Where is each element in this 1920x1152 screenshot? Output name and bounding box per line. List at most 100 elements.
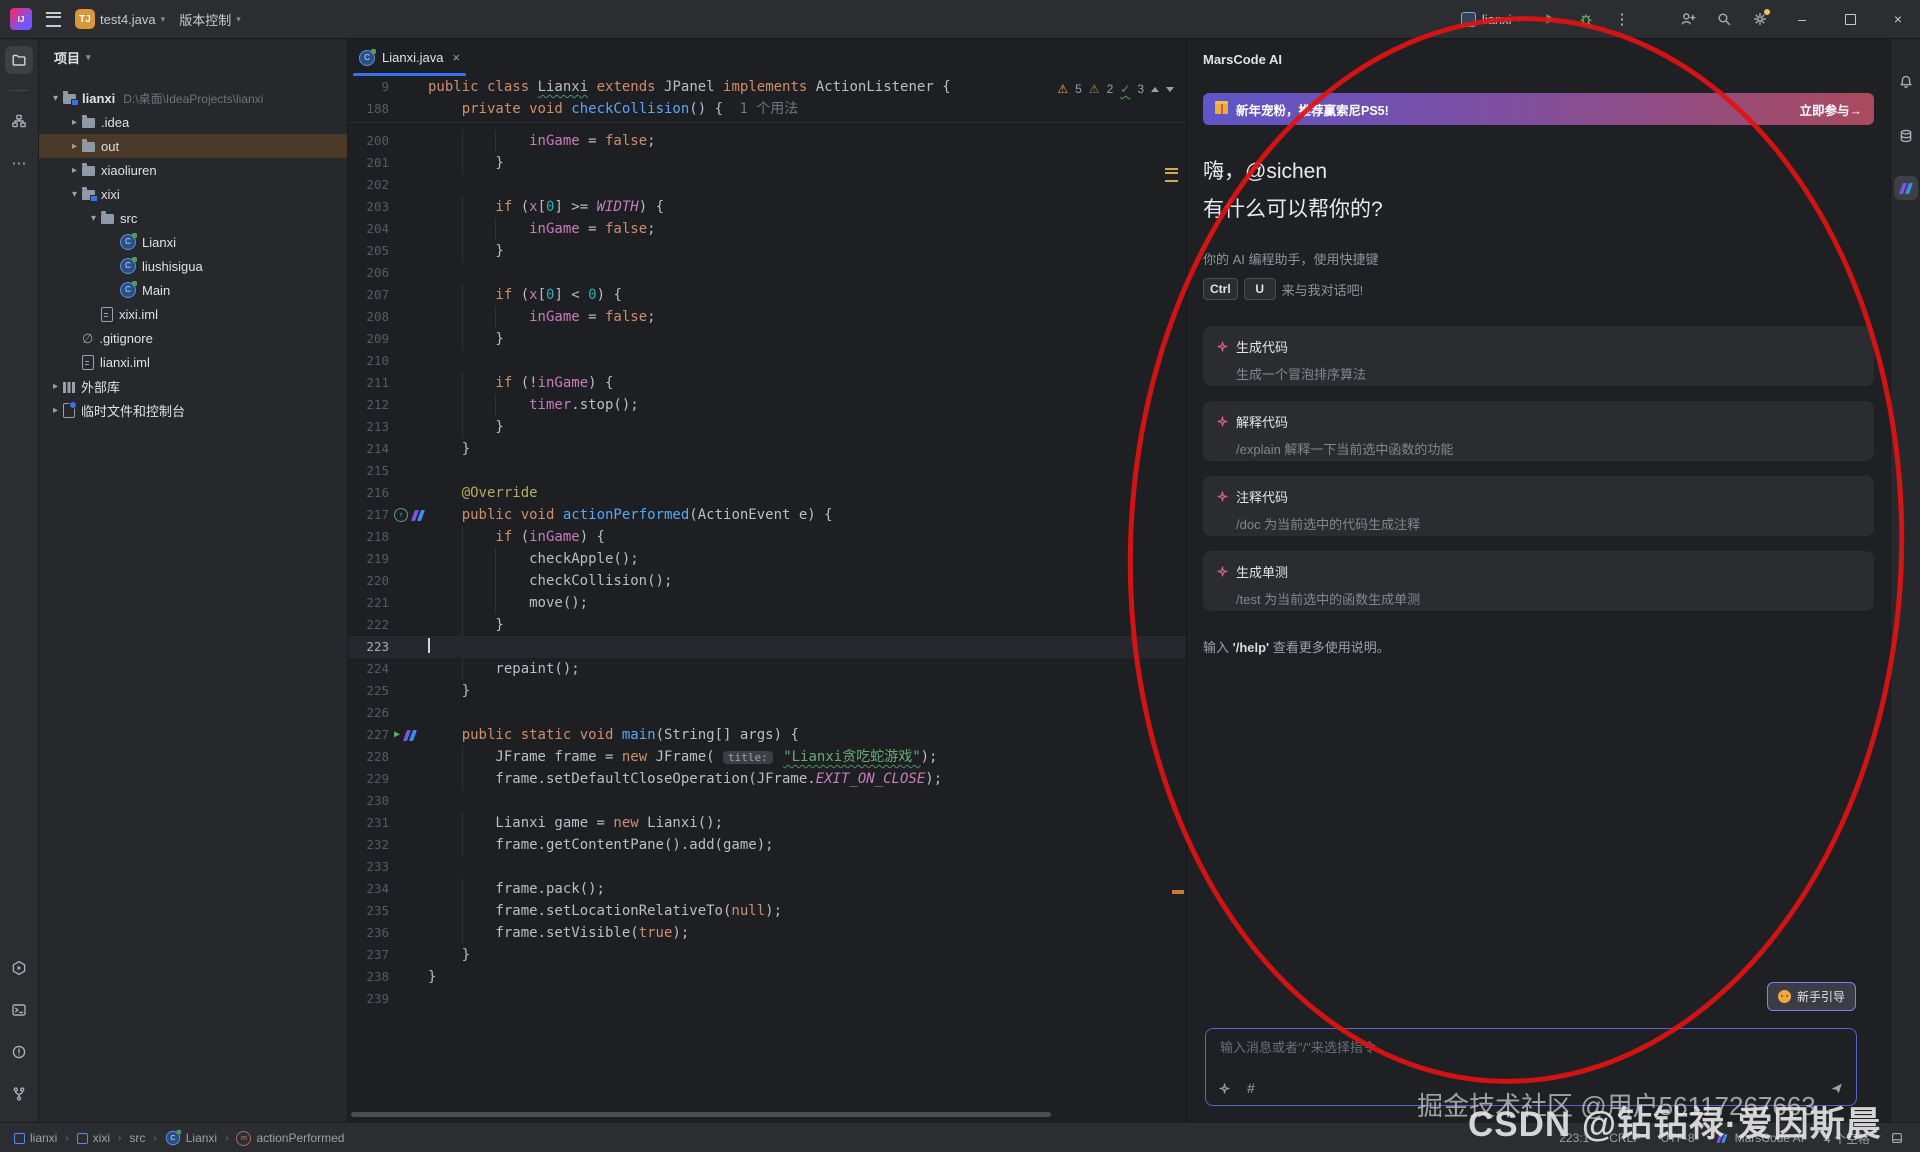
code-line[interactable]: 237} (347, 944, 1186, 966)
chevron-right-icon[interactable]: ▸ (48, 381, 63, 392)
layout-icon[interactable] (1890, 1131, 1904, 1145)
database-icon[interactable] (1892, 122, 1920, 150)
git-icon[interactable] (5, 1080, 33, 1108)
chevron-right-icon[interactable]: ▸ (67, 141, 82, 152)
close-window-button[interactable]: × (1876, 1, 1920, 37)
suggestion-card[interactable]: 生成代码 生成一个冒泡排序算法 (1203, 326, 1874, 386)
code-line[interactable]: 220 checkCollision(); (347, 570, 1186, 592)
chat-input-box[interactable]: # (1205, 1028, 1857, 1106)
maximize-button[interactable] (1828, 1, 1872, 37)
marscode-gutter-icon[interactable] (411, 510, 425, 521)
status-segment[interactable]: 4 个空格 (1824, 1130, 1870, 1147)
tree-item-xixi[interactable]: ▾ xixi (38, 182, 347, 206)
run-gutter-icon[interactable]: ▶ (394, 724, 400, 746)
code-line[interactable]: 231 Lianxi game = new Lianxi(); (347, 812, 1186, 834)
status-segment[interactable]: MarsCode AI (1715, 1131, 1804, 1145)
more-horizontal-icon[interactable]: ⋯ (5, 149, 33, 177)
code-line[interactable]: 216 @Override (347, 482, 1186, 504)
project-switcher[interactable]: TJ test4.java ▾ (75, 9, 165, 29)
code-line[interactable]: 228 JFrame frame = new JFrame( title: "Li… (347, 746, 1186, 768)
tree-item-xiaoliuren[interactable]: ▸ xiaoliuren (38, 158, 347, 182)
code-line[interactable]: 235 frame.setLocationRelativeTo(null); (347, 900, 1186, 922)
code-line[interactable]: 218 if (inGame) { (347, 526, 1186, 548)
tree-item-.idea[interactable]: ▸ .idea (38, 110, 347, 134)
code-line[interactable]: 201} (347, 152, 1186, 174)
code-line[interactable]: 217 ↑ public void actionPerformed(ActionEv… (347, 504, 1186, 526)
chevron-right-icon[interactable]: ▸ (67, 117, 82, 128)
gear-icon[interactable] (1744, 5, 1776, 33)
tab-lianxi-java[interactable]: C Lianxi.java × (347, 39, 472, 76)
marscode-gutter-icon[interactable] (403, 730, 417, 741)
code-line[interactable]: 233 (347, 856, 1186, 878)
chevron-down-icon[interactable]: ▾ (67, 189, 82, 200)
code-line[interactable]: 211 if (!inGame) { (347, 372, 1186, 394)
prev-problem-icon[interactable] (1151, 86, 1159, 92)
promo-banner[interactable]: 新年宠粉，推荐赢索尼PS5! 立即参与→ (1203, 93, 1874, 125)
chat-input[interactable] (1218, 1039, 1817, 1056)
hash-icon[interactable]: # (1247, 1080, 1255, 1096)
code-line[interactable]: 202 (347, 174, 1186, 196)
inspections-widget[interactable]: ⚠ 5 ⚠ 2 ✓ 3 (1057, 82, 1174, 96)
code-line[interactable]: 188 private void checkCollision() { 1 个用法 (347, 98, 1186, 120)
suggestion-card[interactable]: 解释代码/explain 解释一下当前选中函数的功能 (1203, 401, 1874, 461)
code-line[interactable]: 210 (347, 350, 1186, 372)
code-line[interactable]: 238} (347, 966, 1186, 988)
code-line[interactable]: 239 (347, 988, 1186, 1010)
code-line[interactable]: 226 (347, 702, 1186, 724)
code-line[interactable]: 214} (347, 438, 1186, 460)
problems-icon[interactable] (5, 1038, 33, 1066)
code-line[interactable]: 236 frame.setVisible(true); (347, 922, 1186, 944)
tree-item-src[interactable]: ▾ src (38, 206, 347, 230)
play-icon[interactable] (1534, 5, 1566, 33)
main-menu-icon[interactable] (46, 11, 61, 27)
chevron-down-icon[interactable]: ▾ (48, 93, 63, 104)
inspection-stripe-icon[interactable] (1165, 168, 1178, 182)
tree-item-[interactable]: ▸ 临时文件和控制台 (38, 398, 347, 422)
code-line[interactable]: 213} (347, 416, 1186, 438)
code-line[interactable]: 223 (347, 636, 1186, 658)
breadcrumb-item[interactable]: src (129, 1131, 145, 1145)
breadcrumb-item[interactable]: m actionPerformed (236, 1130, 344, 1146)
chevron-down-icon[interactable]: ▾ (86, 52, 91, 63)
code-line[interactable]: 234 frame.pack(); (347, 878, 1186, 900)
code-lines[interactable]: 200 inGame = false; 201} 202 203 if (x[0] >= … (347, 130, 1186, 1108)
tree-item-xixi.iml[interactable]: xixi.iml (38, 302, 347, 326)
horizontal-scrollbar[interactable] (351, 1112, 1051, 1117)
code-line[interactable]: 222} (347, 614, 1186, 636)
code-line[interactable]: 227 ▶ public static void main(String[] arg… (347, 724, 1186, 746)
code-line[interactable]: 229 frame.setDefaultCloseOperation(JFrame… (347, 768, 1186, 790)
bell-icon[interactable] (1892, 68, 1920, 96)
chevron-down-icon[interactable]: ▾ (86, 213, 101, 224)
code-line[interactable]: 225} (347, 680, 1186, 702)
tree-item-lianxi[interactable]: ▾ lianxi D:\桌面\IdeaProjects\lianxi (38, 86, 347, 110)
send-icon[interactable] (1829, 1081, 1844, 1096)
tree-item-out[interactable]: ▸ out (38, 134, 347, 158)
marscode-tool-icon[interactable] (1893, 176, 1918, 200)
suggestion-card[interactable]: 注释代码/doc 为当前选中的代码生成注释 (1203, 476, 1874, 536)
code-line[interactable]: 200 inGame = false; (347, 130, 1186, 152)
tree-item-[interactable]: ▸ 外部库 (38, 374, 347, 398)
run-configuration[interactable]: lianxi ▾ (1453, 5, 1530, 33)
code-line[interactable]: 230 (347, 790, 1186, 812)
breadcrumb-item[interactable]: xixi (76, 1131, 110, 1145)
code-line[interactable]: 205} (347, 240, 1186, 262)
onboarding-button[interactable]: 新手引导 (1766, 982, 1856, 1011)
tree-item-liushisigua[interactable]: Cliushisigua (38, 254, 347, 278)
tree-item-Main[interactable]: C Main (38, 278, 347, 302)
close-icon[interactable]: × (452, 50, 460, 65)
banner-action[interactable]: 立即参与→ (1799, 100, 1862, 119)
sparkle-icon[interactable] (1218, 1082, 1231, 1095)
code-line[interactable]: 206 (347, 262, 1186, 284)
search-icon[interactable] (1708, 5, 1740, 33)
code-line[interactable]: 221 move(); (347, 592, 1186, 614)
status-segment[interactable]: 223:1 (1559, 1131, 1589, 1145)
vcs-menu[interactable]: 版本控制 ▾ (179, 10, 241, 29)
override-icon[interactable]: ↑ (394, 508, 408, 522)
chevron-right-icon[interactable]: ▸ (48, 405, 63, 416)
tree-item-Lianxi[interactable]: C Lianxi (38, 230, 347, 254)
code-line[interactable]: 203 if (x[0] >= WIDTH) { (347, 196, 1186, 218)
status-segment[interactable]: CRLF (1609, 1131, 1640, 1145)
code-line[interactable]: 212 timer.stop(); (347, 394, 1186, 416)
chevron-right-icon[interactable]: ▸ (67, 165, 82, 176)
tree-item-lianxi.iml[interactable]: lianxi.iml (38, 350, 347, 374)
